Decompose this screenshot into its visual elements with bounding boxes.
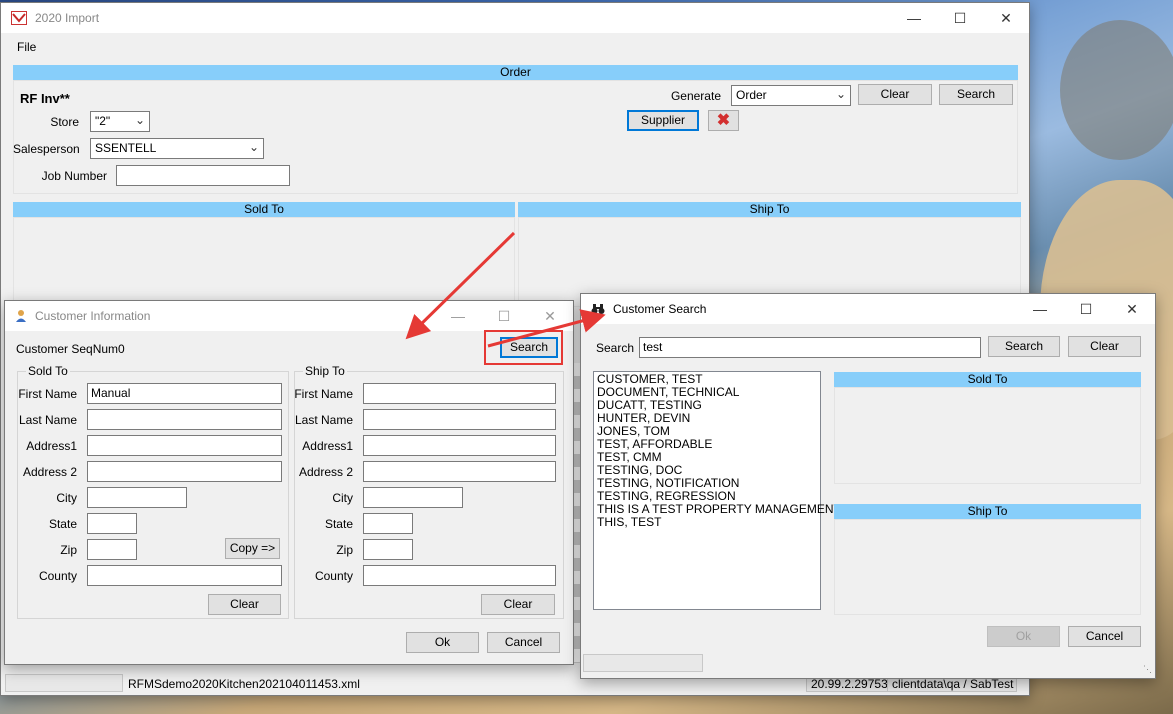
arrow-to-customer-search [487,309,606,348]
annotation-arrows [405,231,606,348]
arrow-to-search-button [405,231,516,340]
